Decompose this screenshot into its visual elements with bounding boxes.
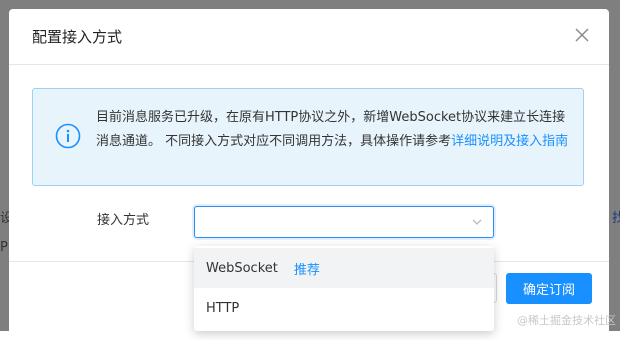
dialog-title: 配置接入方式	[32, 28, 123, 46]
access-method-dropdown: WebSocket 推荐 HTTP	[194, 246, 494, 331]
watermark: @稀土掘金技术社区	[517, 314, 616, 327]
option-label: WebSocket	[206, 260, 278, 276]
confirm-subscribe-button[interactable]: 确定订阅	[506, 273, 592, 304]
option-label: HTTP	[206, 300, 240, 316]
recommended-badge: 推荐	[293, 262, 320, 278]
option-websocket[interactable]: WebSocket 推荐	[194, 248, 494, 288]
info-alert: 目前消息服务已升级，在原有HTTP协议之外，新增WebSocket协议来建立长连…	[32, 88, 584, 186]
access-method-label: 接入方式	[97, 213, 150, 228]
option-http[interactable]: HTTP	[194, 288, 494, 328]
alert-message: 目前消息服务已升级，在原有HTTP协议之外，新增WebSocket协议来建立长连…	[96, 106, 574, 154]
close-icon	[575, 28, 589, 42]
dialog-header: 配置接入方式	[9, 9, 609, 65]
info-icon	[55, 123, 81, 149]
background-text: 设	[0, 211, 9, 226]
guide-link[interactable]: 详细说明及接入指南	[451, 134, 568, 149]
chevron-down-icon	[472, 219, 482, 225]
access-method-select[interactable]	[194, 206, 494, 238]
close-button[interactable]	[573, 26, 591, 44]
background-link: 找	[612, 211, 620, 226]
background-text: P	[0, 240, 8, 255]
